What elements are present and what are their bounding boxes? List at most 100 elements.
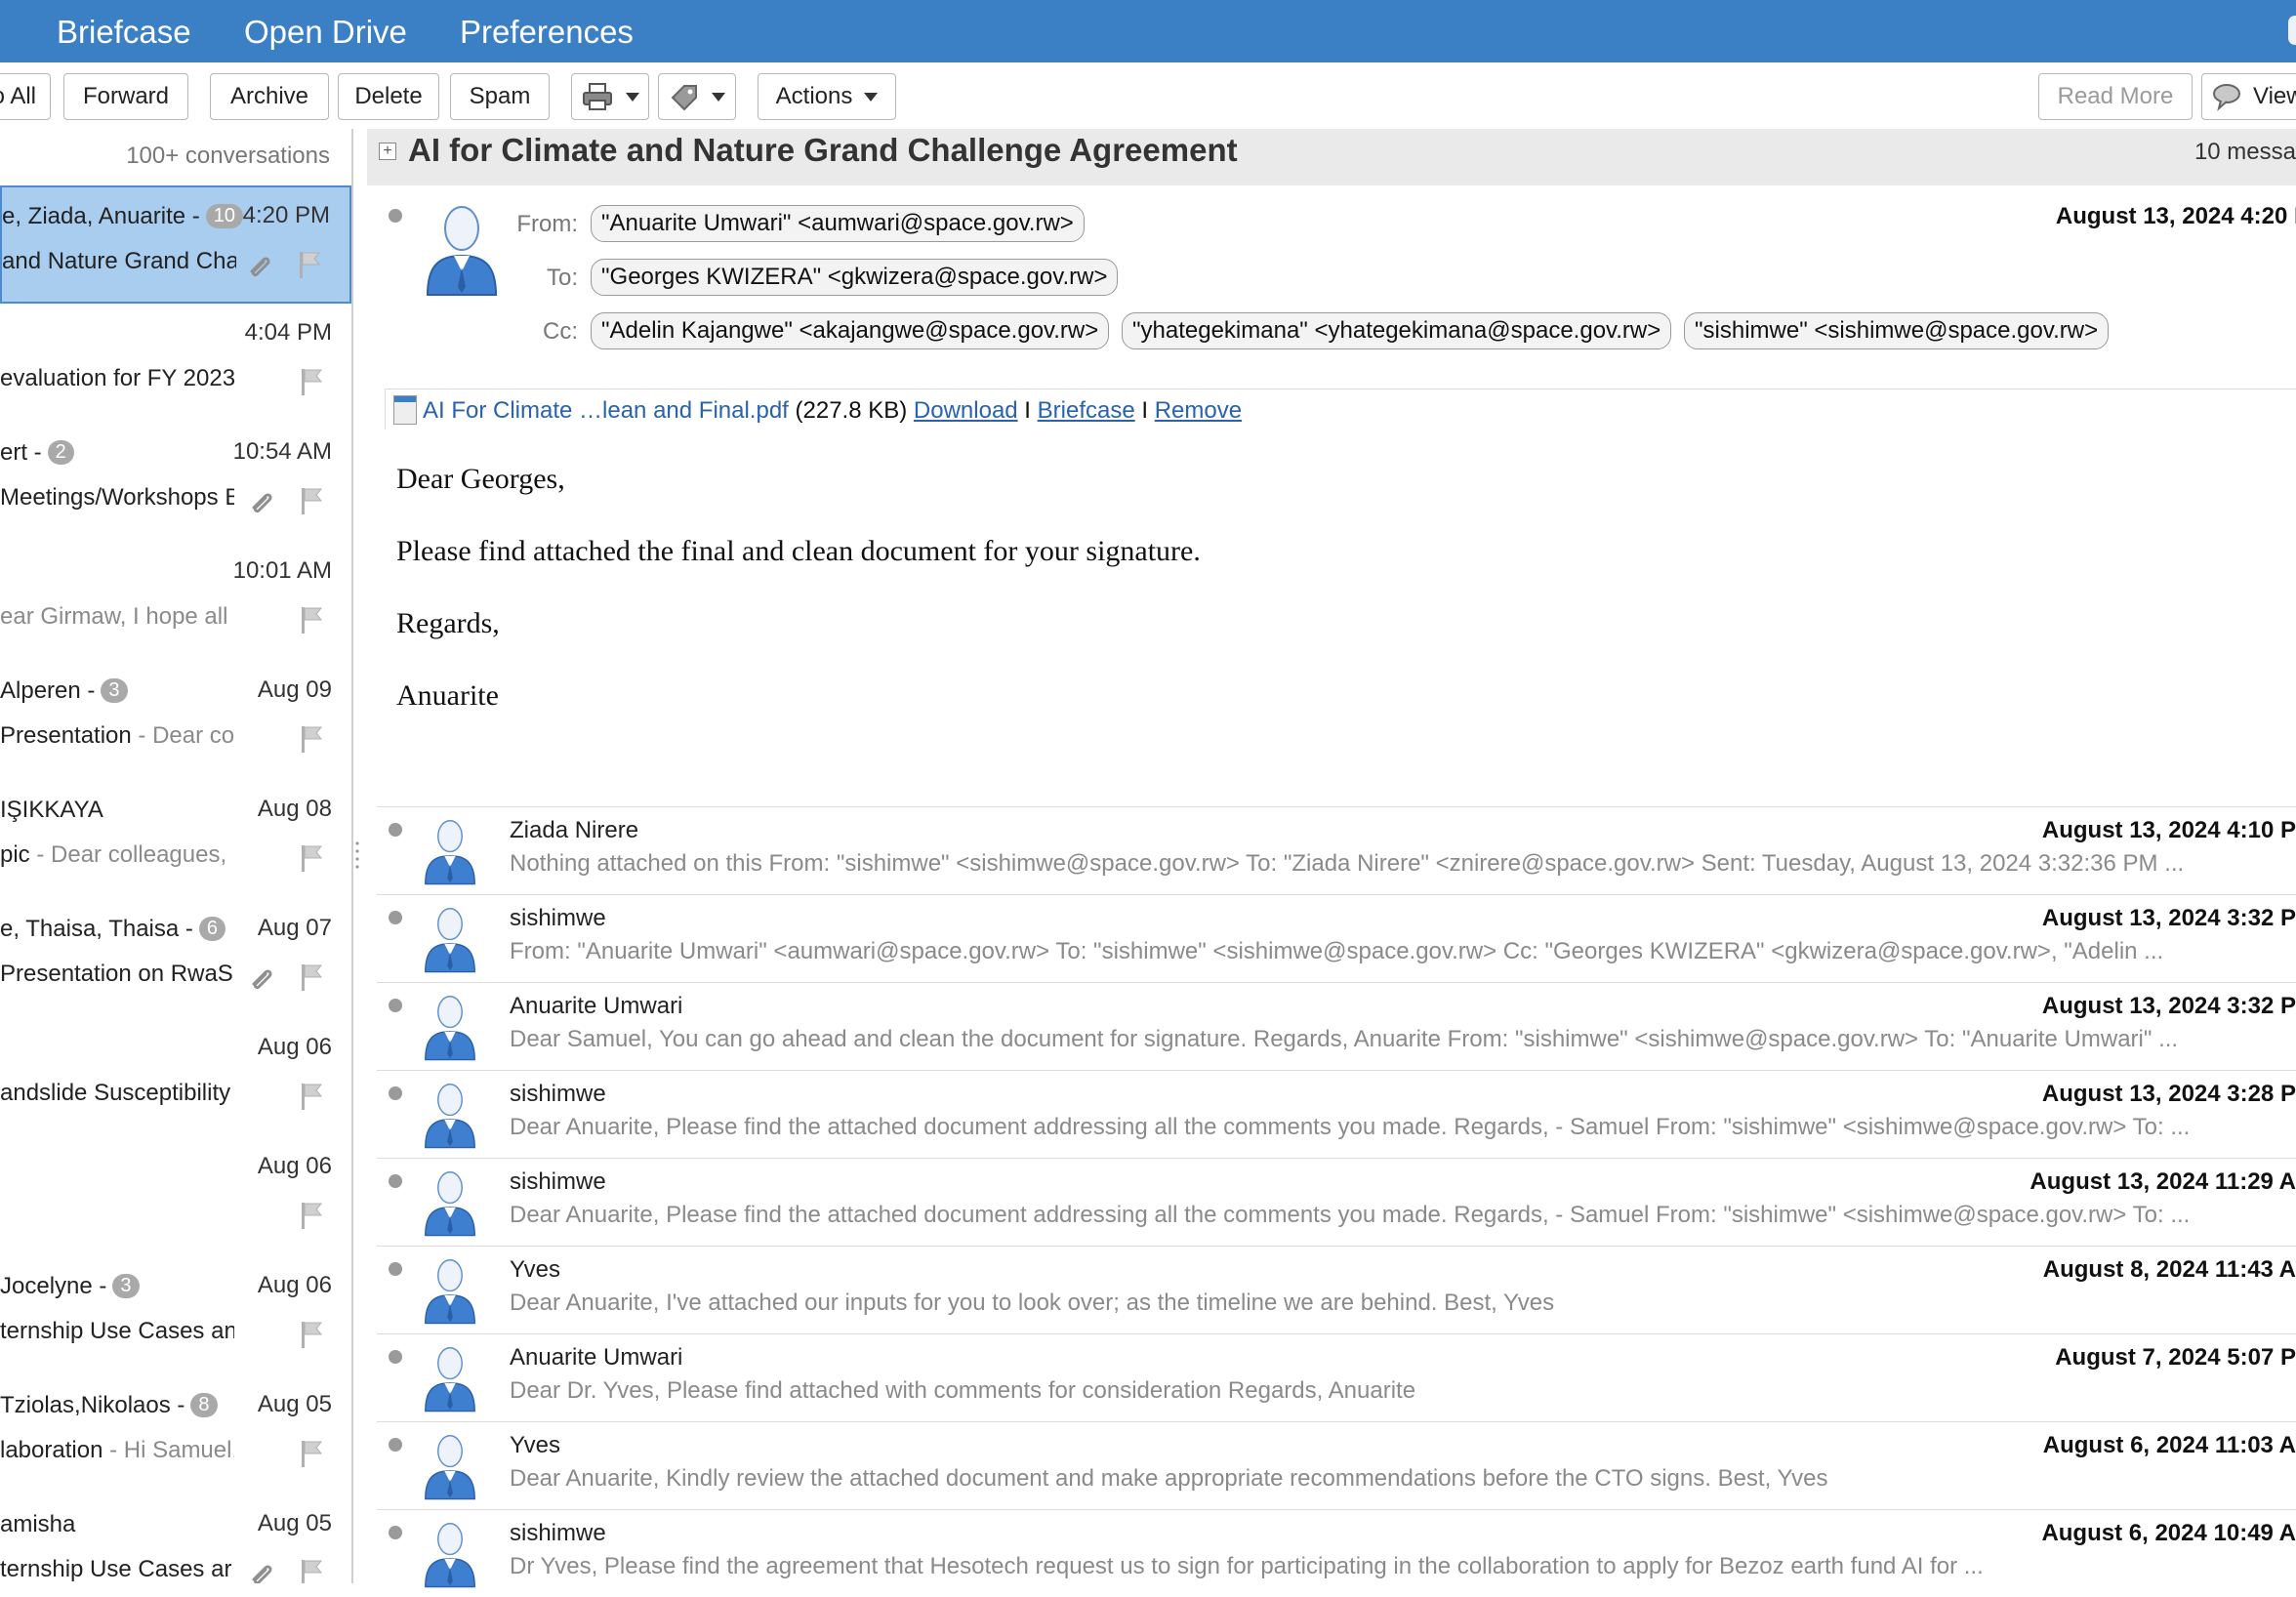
briefcase-link[interactable]: Briefcase (1038, 397, 1135, 424)
tab-briefcase[interactable]: Briefcase (57, 14, 191, 51)
participants-text: amisha (0, 1511, 76, 1537)
tag-dropdown[interactable] (658, 73, 736, 120)
flag-icon[interactable] (299, 843, 324, 873)
conversation-subject-line: ternship Use Cases and Pro (0, 1318, 234, 1345)
message-date: August 13, 2024 4:10 P (2041, 817, 2296, 843)
flag-icon[interactable] (299, 1558, 324, 1583)
read-more-button[interactable]: Read More (2038, 73, 2193, 120)
conversation-row[interactable]: 4:04 PM evaluation for FY 2023/2024 (0, 305, 351, 423)
thread-message-row[interactable]: Anuarite Umwari August 7, 2024 5:07 P Dear… (377, 1333, 2296, 1421)
conversation-fragment: - Dear colleagues, I want (36, 841, 234, 868)
flag-icon[interactable] (299, 367, 324, 396)
thread-message-row[interactable]: sishimwe August 13, 2024 3:32 P From: "Anu… (377, 894, 2296, 982)
conversation-row[interactable]: amisha Aug 05 ternship Use Cases ar (0, 1495, 351, 1583)
to-label: To: (546, 265, 578, 291)
conversation-row[interactable]: 10:01 AM ear Girmaw, I hope all is wel (0, 543, 351, 661)
tab-open-drive[interactable]: Open Drive (244, 14, 407, 51)
view-button[interactable]: View (2201, 73, 2296, 120)
message-sender: Yves (510, 1256, 561, 1283)
flag-icon[interactable] (299, 1201, 324, 1230)
message-snippet: Dear Anuarite, I've attached our inputs … (510, 1290, 1555, 1316)
top-nav: Briefcase Open Drive Preferences (0, 0, 2296, 62)
participants-text: Alperen - (0, 677, 96, 704)
archive-button[interactable]: Archive (210, 73, 329, 120)
pane-resize-handle[interactable] (353, 839, 361, 873)
thread-message-row[interactable]: Ziada Nirere August 13, 2024 4:10 P Nothin… (377, 806, 2296, 894)
message-snippet: Dear Anuarite, Please find the attached … (510, 1114, 2191, 1140)
conversation-row[interactable]: Aug 06 (0, 1138, 351, 1256)
conversation-time: Aug 08 (257, 796, 332, 822)
conversation-subject: laboration (0, 1437, 103, 1463)
conversation-participants: IŞIKKAYA (0, 797, 244, 824)
conversation-time: 10:01 AM (232, 557, 332, 584)
read-status-dot (389, 823, 402, 837)
from-address-bubble[interactable]: "Anuarite Umwari" <aumwari@space.gov.rw> (591, 205, 1085, 242)
participants-text: ert - (0, 439, 42, 466)
tag-icon (671, 85, 697, 111)
tab-preferences[interactable]: Preferences (460, 14, 634, 51)
thread-message-row[interactable]: sishimwe August 13, 2024 11:29 A Dear Anua… (377, 1158, 2296, 1246)
conversation-time: 4:04 PM (244, 319, 332, 346)
link-separator: I (1134, 397, 1155, 424)
delete-button[interactable]: Delete (338, 73, 439, 120)
view-label: View (2253, 83, 2296, 109)
attachment-name[interactable]: AI For Climate …lean and Final.pdf (423, 397, 789, 424)
cc-address-bubble[interactable]: "Adelin Kajangwe" <akajangwe@space.gov.r… (591, 312, 1110, 349)
participants-text: e, Ziada, Anuarite - (2, 203, 200, 229)
flag-icon[interactable] (297, 250, 322, 279)
conversation-row[interactable]: e, Thaisa, Thaisa -6 Aug 07 Presentation … (0, 900, 351, 1018)
read-status-dot (389, 999, 402, 1012)
attachment-info: AI For Climate …lean and Final.pdf (227.… (423, 397, 1242, 425)
attachment-row: AI For Climate …lean and Final.pdf (227.… (385, 389, 2296, 430)
conversation-subject-line: evaluation for FY 2023/2024 (0, 365, 234, 392)
cc-address-bubble[interactable]: "yhategekimana" <yhategekimana@space.gov… (1122, 312, 1672, 349)
flag-icon[interactable] (299, 486, 324, 515)
body-line: Regards, (396, 607, 500, 639)
conversation-row[interactable]: Jocelyne -3 Aug 06 ternship Use Cases and … (0, 1257, 351, 1375)
conversation-row[interactable]: ert -2 10:54 AM Meetings/Workshops B (0, 424, 351, 542)
flag-icon[interactable] (299, 605, 324, 635)
flag-icon[interactable] (299, 1320, 324, 1349)
conversation-time: Aug 05 (257, 1391, 332, 1417)
expand-icon[interactable]: + (379, 143, 396, 160)
flag-icon[interactable] (299, 1082, 324, 1111)
participants-text: IŞIKKAYA (0, 797, 103, 823)
conversation-time: 4:20 PM (242, 202, 330, 228)
conversation-subject: AI for Climate and Nature Grand Challeng… (408, 132, 1238, 168)
thread-message-row[interactable]: Yves August 6, 2024 11:03 A Dear Anuarite,… (377, 1421, 2296, 1509)
message-sender: sishimwe (510, 905, 606, 931)
thread-message-row[interactable]: Anuarite Umwari August 13, 2024 3:32 P Dea… (377, 982, 2296, 1070)
message-date: August 13, 2024 11:29 A (2030, 1168, 2296, 1195)
conversation-subject: ternship Use Cases and Pro (0, 1318, 234, 1344)
reply-all-button[interactable]: o All (0, 73, 51, 120)
forward-button[interactable]: Forward (63, 73, 188, 120)
conversation-row[interactable]: e, Ziada, Anuarite -10 4:20 PM and Nature … (0, 185, 351, 304)
conversation-time: Aug 06 (257, 1034, 332, 1060)
conversation-row[interactable]: Aug 06 andslide Susceptibility Index (0, 1019, 351, 1137)
remove-link[interactable]: Remove (1155, 397, 1242, 424)
spam-button[interactable]: Spam (450, 73, 550, 120)
thread-message-row[interactable]: sishimwe August 13, 2024 3:28 P Dear Anuar… (377, 1070, 2296, 1158)
conversation-participants: Alperen -3 (0, 677, 244, 705)
message-snippet: Dear Dr. Yves, Please find attached with… (510, 1377, 1416, 1404)
actions-dropdown[interactable]: Actions (758, 73, 896, 120)
cc-address-bubble[interactable]: "sishimwe" <sishimwe@space.gov.rw> (1684, 312, 2110, 349)
flag-icon[interactable] (299, 962, 324, 992)
thread-message-row[interactable]: Yves August 8, 2024 11:43 A Dear Anuarite,… (377, 1246, 2296, 1333)
conversation-time: Aug 05 (257, 1510, 332, 1536)
print-dropdown[interactable] (571, 73, 649, 120)
message-sender: Anuarite Umwari (510, 993, 683, 1019)
message-sender: Anuarite Umwari (510, 1344, 683, 1371)
to-address-bubble[interactable]: "Georges KWIZERA" <gkwizera@space.gov.rw… (591, 259, 1119, 296)
flag-icon[interactable] (299, 724, 324, 754)
conversation-row[interactable]: Tziolas,Nikolaos -8 Aug 05 laboration - Hi… (0, 1376, 351, 1495)
thread-message-row[interactable]: sishimwe August 6, 2024 10:49 A Dr Yves, P… (377, 1509, 2296, 1597)
conversation-row[interactable]: IŞIKKAYA Aug 08 pic - Dear colleagues, I w… (0, 781, 351, 899)
message-snippet: Dear Anuarite, Kindly review the attache… (510, 1465, 1828, 1492)
cc-label: Cc: (543, 318, 578, 345)
download-link[interactable]: Download (914, 397, 1018, 424)
flag-icon[interactable] (299, 1439, 324, 1468)
conversation-row[interactable]: Alperen -3 Aug 09 Presentation - Dear coll… (0, 662, 351, 780)
nav-edge-control[interactable] (2288, 16, 2296, 45)
speech-bubble-icon (2213, 84, 2240, 111)
